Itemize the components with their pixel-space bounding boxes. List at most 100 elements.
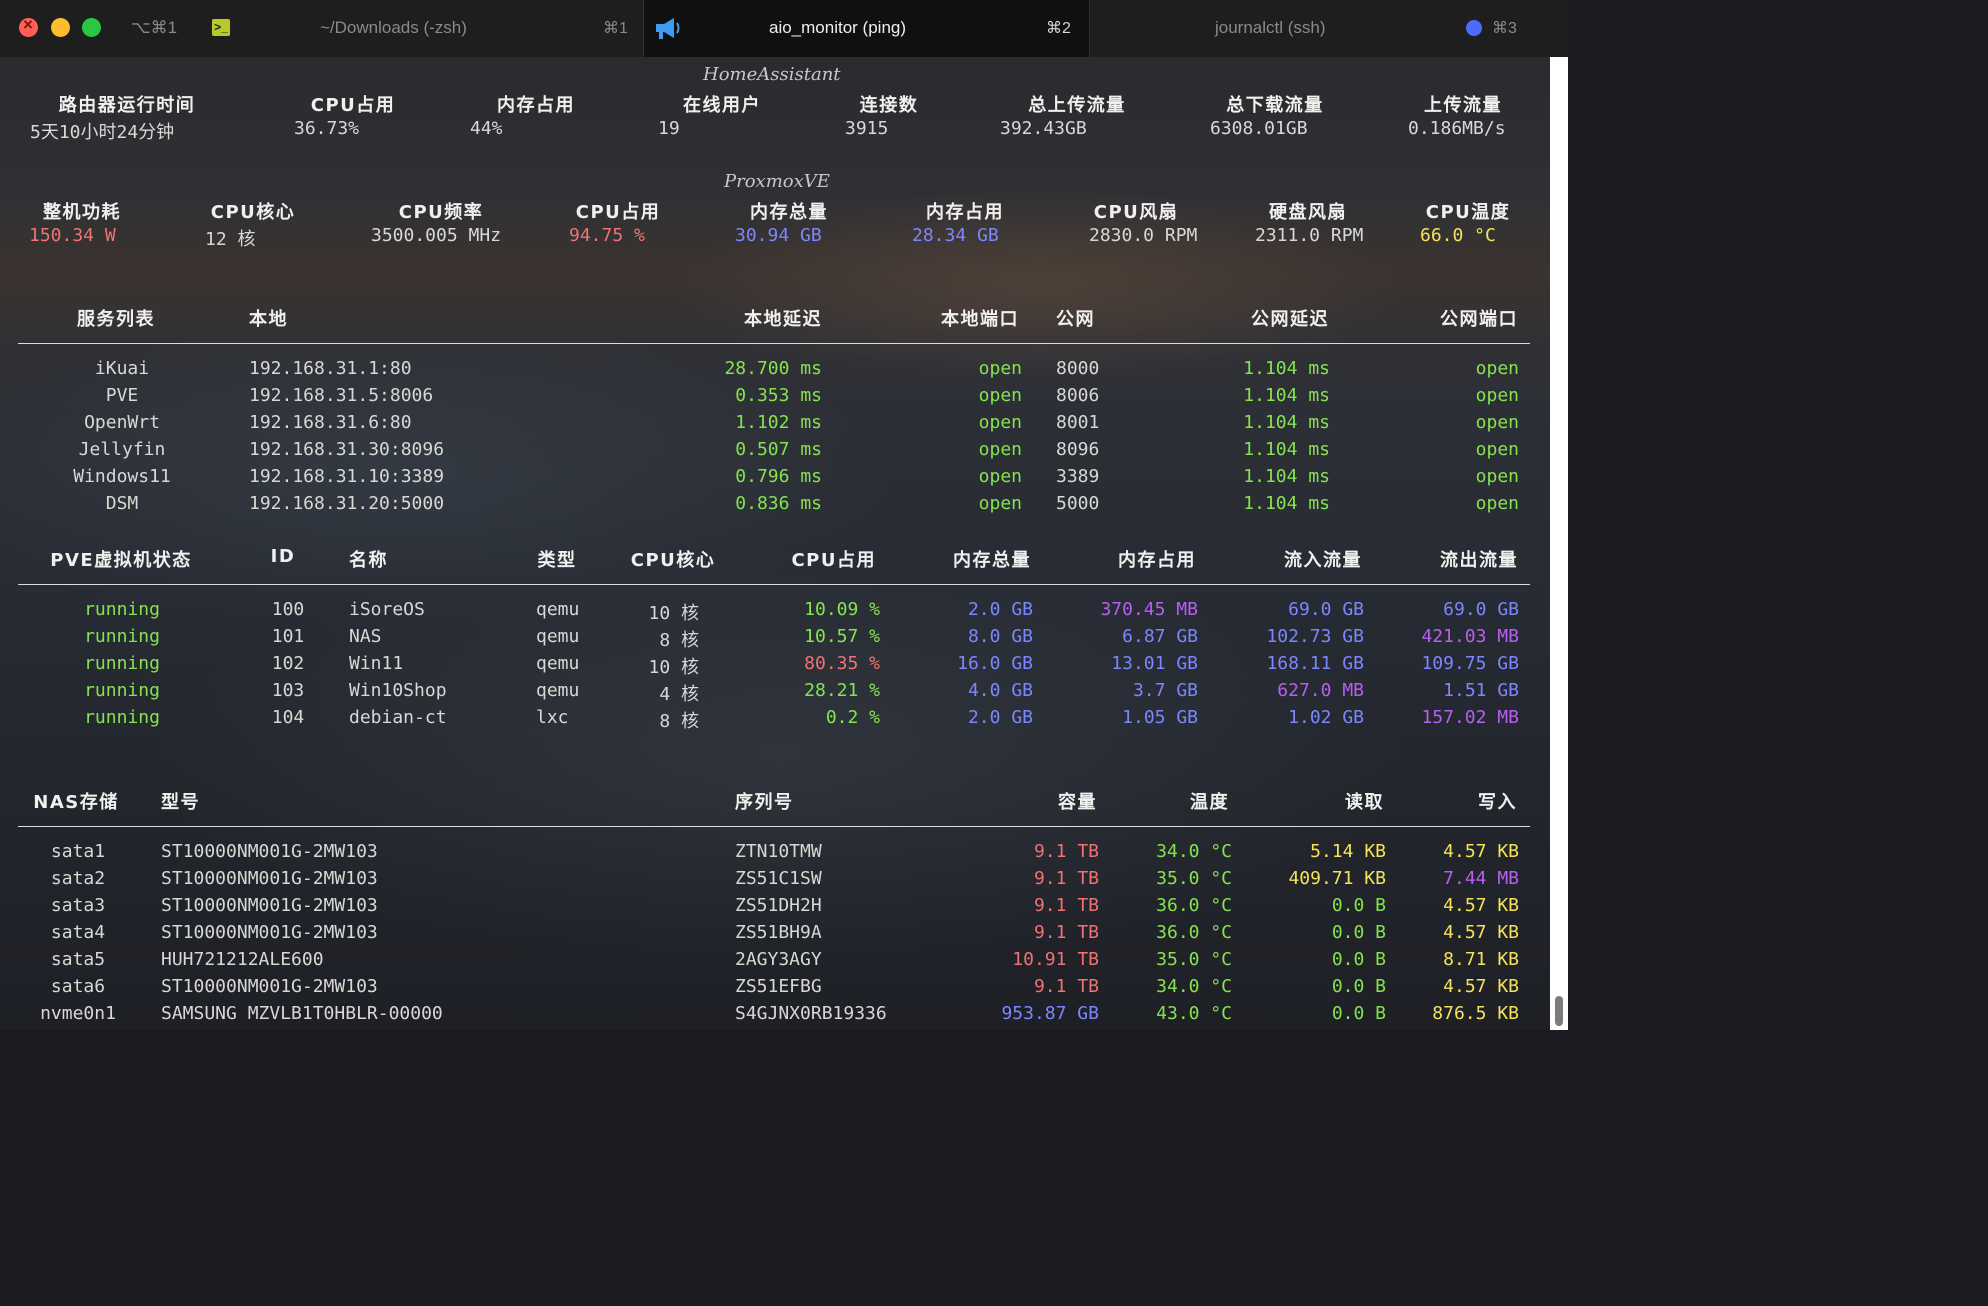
terminal-icon: >_ xyxy=(212,19,230,36)
nas-header: 序列号 xyxy=(735,792,794,813)
nas-cell: 43.0 °C xyxy=(1156,1003,1232,1024)
ha-header: 内存占用 xyxy=(497,95,575,116)
vm-cell: running xyxy=(84,599,160,620)
nas-header: 温度 xyxy=(1190,792,1229,813)
vm-cell: 1.05 GB xyxy=(1122,707,1198,728)
proxmox-stats: 整机功耗 CPU核心 CPU频率 CPU占用 内存总量 内存占用 CPU风扇 硬盘风扇 CPU温… xyxy=(0,198,1550,258)
pve-value: 94.75 % xyxy=(569,225,645,246)
scrollbar-thumb[interactable] xyxy=(1555,996,1563,1026)
ha-header: 路由器运行时间 xyxy=(58,95,196,116)
vm-cell: running xyxy=(84,653,160,674)
nas-cell: 36.0 °C xyxy=(1156,922,1232,943)
nas-cell: S4GJNX0RB19336 xyxy=(735,1003,887,1024)
close-window-button[interactable] xyxy=(19,15,38,37)
vm-cell: 0.2 % xyxy=(825,707,880,728)
pve-header: CPU风扇 xyxy=(1093,202,1179,223)
service-cell: 0.836 ms xyxy=(735,493,822,514)
vm-cell: 370.45 MB xyxy=(1100,599,1198,620)
vm-cell: 28.21 % xyxy=(804,680,880,701)
vm-cell: 6.87 GB xyxy=(1122,626,1198,647)
nas-table: NAS存储 型号 序列号 容量 温度 读取 写入 sata1 ST10000NM001G-2MW… xyxy=(0,788,1550,1030)
ha-value: 392.43GB xyxy=(1000,118,1087,139)
pve-header: 整机功耗 xyxy=(43,202,121,223)
nas-cell: sata3 xyxy=(50,895,106,916)
service-cell: 192.168.31.30:8096 xyxy=(249,439,445,460)
service-cell: iKuai xyxy=(94,358,150,379)
service-cell: 192.168.31.6:80 xyxy=(249,412,412,433)
ha-value: 6308.01GB xyxy=(1210,118,1308,139)
tab-title: journalctl (ssh) xyxy=(1215,18,1326,37)
nas-cell: 9.1 TB xyxy=(1033,922,1099,943)
service-cell: 8096 xyxy=(1056,439,1100,460)
vm-cell: 101 xyxy=(271,626,305,647)
service-cell: PVE xyxy=(105,385,139,406)
vm-cell: 3.7 GB xyxy=(1132,680,1198,701)
service-cell: open xyxy=(978,493,1022,514)
nas-cell: 9.1 TB xyxy=(1033,895,1099,916)
vm-cell: 104 xyxy=(271,707,305,728)
tab-shortcut: ⌘3 xyxy=(1492,20,1517,37)
service-cell: 1.104 ms xyxy=(1243,466,1330,487)
service-cell: DSM xyxy=(105,493,139,514)
ha-value: 3915 xyxy=(845,118,889,139)
minimize-window-button[interactable] xyxy=(51,18,70,37)
nas-cell: sata2 xyxy=(50,868,106,889)
ha-value: 44% xyxy=(470,118,503,139)
nas-cell: ST10000NM001G-2MW103 xyxy=(161,895,378,916)
pve-value: 30.94 GB xyxy=(735,225,822,246)
nas-cell: ST10000NM001G-2MW103 xyxy=(161,841,378,862)
nas-header: 型号 xyxy=(161,792,200,813)
service-cell: 1.104 ms xyxy=(1243,358,1330,379)
ha-header: 总下载流量 xyxy=(1226,95,1324,116)
nas-cell: 0.0 B xyxy=(1331,922,1386,943)
nas-cell: 7.44 MB xyxy=(1443,868,1519,889)
vm-cell: 109.75 GB xyxy=(1421,653,1519,674)
nas-cell: ZS51DH2H xyxy=(735,895,822,916)
nas-cell: ZS51BH9A xyxy=(735,922,822,943)
ha-header: CPU占用 xyxy=(310,95,396,116)
service-cell: 1.104 ms xyxy=(1243,412,1330,433)
service-cell: 8006 xyxy=(1056,385,1100,406)
vm-cell: 1.02 GB xyxy=(1288,707,1364,728)
vm-cell: 8.0 GB xyxy=(967,626,1033,647)
service-cell: open xyxy=(978,385,1022,406)
section-title-proxmox: ProxmoxVE xyxy=(724,171,830,192)
nas-cell: 35.0 °C xyxy=(1156,868,1232,889)
nas-cell: ZTN10TMW xyxy=(735,841,822,862)
nas-cell: HUH721212ALE600 xyxy=(161,949,324,970)
window-shortcut: ⌥⌘1 xyxy=(131,18,178,37)
vm-cell: Win10Shop xyxy=(349,680,447,701)
service-cell: open xyxy=(1475,493,1519,514)
vm-cell: 10 核 xyxy=(648,603,699,624)
service-cell: open xyxy=(978,439,1022,460)
vm-cell: 1.51 GB xyxy=(1443,680,1519,701)
pve-header: 内存总量 xyxy=(750,202,828,223)
nas-cell: 0.0 B xyxy=(1331,1003,1386,1024)
vm-cell: running xyxy=(84,707,160,728)
vm-cell: NAS xyxy=(349,626,382,647)
scrollbar[interactable] xyxy=(1550,57,1568,1030)
nas-cell: 0.0 B xyxy=(1331,976,1386,997)
vm-header: 内存总量 xyxy=(953,550,1031,571)
vm-cell: 4 核 xyxy=(659,684,699,705)
vm-table: PVE虚拟机状态 ID 名称 类型 CPU核心 CPU占用 内存总量 内存占用 流入流量 流出流量… xyxy=(0,546,1550,736)
service-cell: open xyxy=(1475,439,1519,460)
tab-title: ~/Downloads (-zsh) xyxy=(320,18,467,37)
pve-header: CPU核心 xyxy=(210,202,296,223)
ha-header: 连接数 xyxy=(859,95,919,116)
vm-cell: 2.0 GB xyxy=(967,707,1033,728)
vm-header: 名称 xyxy=(349,550,388,571)
zoom-window-button[interactable] xyxy=(82,18,101,37)
vm-header: CPU核心 xyxy=(630,550,716,571)
megaphone-icon xyxy=(656,18,680,39)
service-cell: 1.102 ms xyxy=(735,412,822,433)
ha-value: 36.73% xyxy=(294,118,360,139)
pve-header: CPU温度 xyxy=(1425,202,1511,223)
terminal-output[interactable]: HomeAssistant 路由器运行时间 CPU占用 内存占用 在线用户 连接数 总上传… xyxy=(0,57,1550,1030)
services-header: 本地端口 xyxy=(941,309,1019,330)
tab-aio-monitor[interactable]: aio_monitor (ping) ⌘2 xyxy=(643,0,1090,57)
tab-downloads-zsh[interactable]: ~/Downloads (-zsh) ⌘1 xyxy=(240,0,642,57)
vm-cell: 103 xyxy=(271,680,305,701)
nas-cell: 0.0 B xyxy=(1331,949,1386,970)
services-header: 本地 xyxy=(249,309,288,330)
